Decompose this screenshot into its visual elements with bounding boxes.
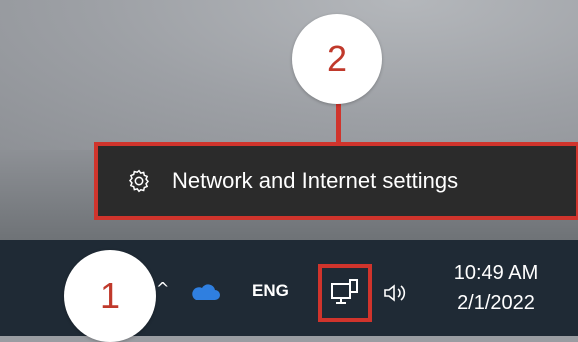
network-tray-button[interactable] bbox=[318, 264, 372, 322]
desktop-background bbox=[0, 0, 578, 150]
volume-icon[interactable] bbox=[382, 281, 410, 305]
network-icon bbox=[331, 279, 358, 304]
clock-time: 10:49 AM bbox=[453, 262, 539, 284]
callout-step-1-label: 1 bbox=[99, 275, 121, 316]
gear-icon bbox=[129, 169, 149, 193]
onedrive-icon[interactable] bbox=[188, 282, 220, 302]
callout-step-1: 1 bbox=[64, 250, 156, 342]
menu-item-label: Network and Internet settings bbox=[172, 168, 459, 193]
menu-item-network-internet-settings[interactable]: Network and Internet settings bbox=[98, 146, 576, 216]
taskbar-clock[interactable]: 10:49 AM 2/1/2022 bbox=[426, 258, 566, 318]
callout-connector-2 bbox=[336, 104, 341, 142]
callout-step-2: 2 bbox=[292, 14, 382, 104]
input-language-indicator[interactable]: ENG bbox=[252, 281, 289, 301]
clock-date: 2/1/2022 bbox=[457, 292, 535, 314]
network-context-menu: Network and Internet settings bbox=[94, 142, 578, 220]
show-hidden-icons-chevron[interactable]: ^ bbox=[156, 279, 169, 298]
callout-step-2-label: 2 bbox=[326, 38, 348, 79]
